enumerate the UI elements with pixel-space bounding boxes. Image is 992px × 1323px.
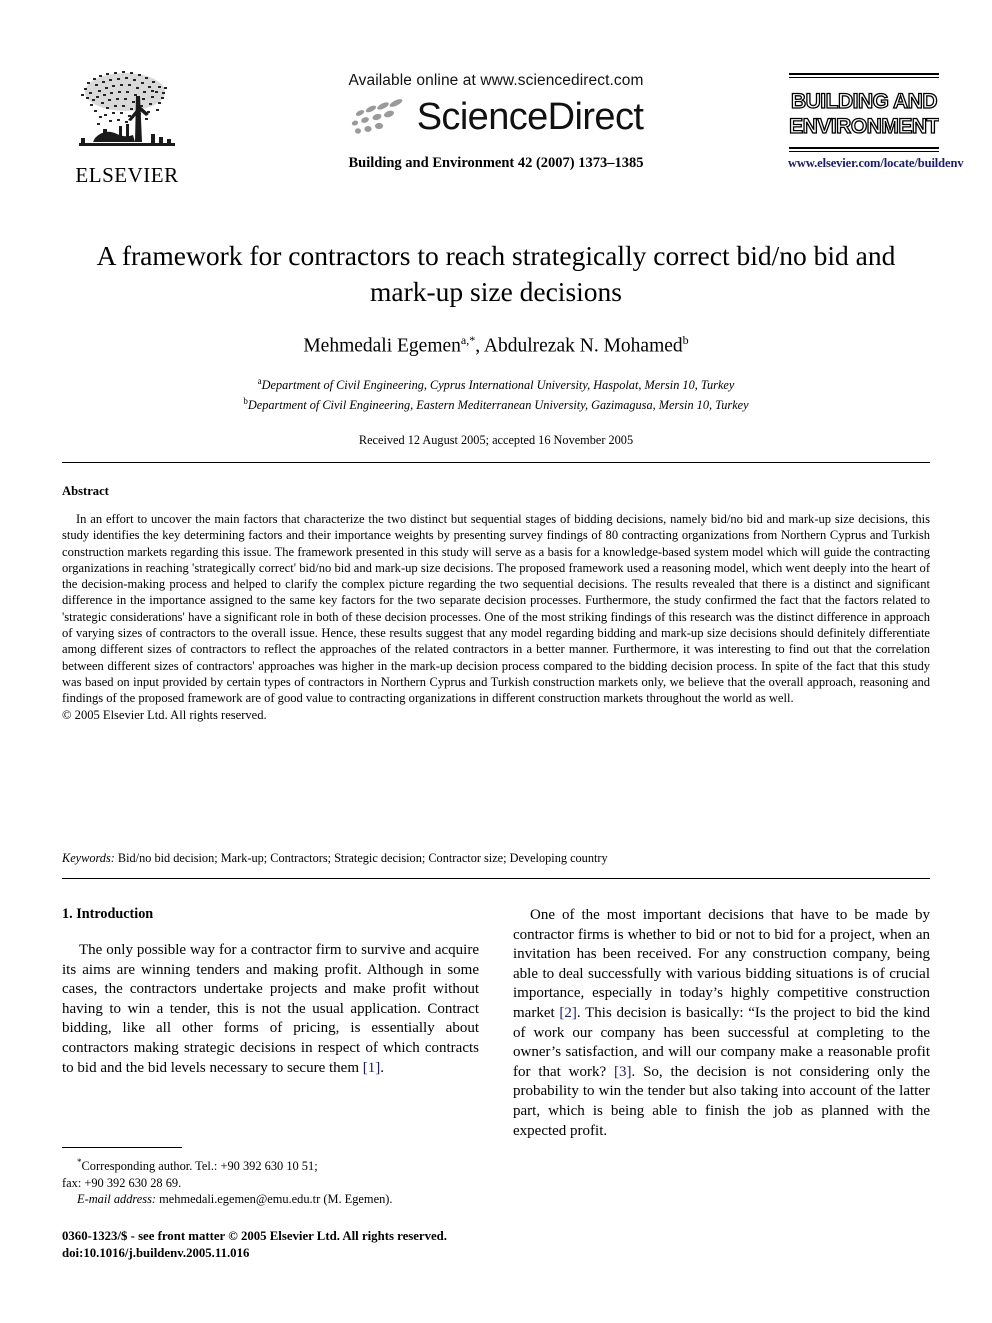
- keywords-values: Bid/no bid decision; Mark-up; Contractor…: [117, 851, 608, 865]
- page-title: A framework for contractors to reach str…: [96, 240, 896, 307]
- intro-paragraph-left: The only possible way for a contractor f…: [62, 941, 479, 1078]
- affiliations: aDepartment of Civil Engineering, Cyprus…: [62, 373, 930, 413]
- journal-logo-line1: BUILDING AND: [791, 90, 937, 113]
- affiliation-b: bDepartment of Civil Engineering, Easter…: [243, 395, 749, 412]
- journal-masthead: ELSEVIER Available online at www.science…: [0, 0, 992, 208]
- elsevier-logo: ELSEVIER: [62, 66, 192, 186]
- affiliation-a-text: Department of Civil Engineering, Cyprus …: [261, 377, 735, 392]
- email-label: E-mail address:: [77, 1191, 157, 1206]
- journal-rule-top: [789, 73, 939, 78]
- intro-left-part1: The only possible way for a contractor f…: [62, 942, 479, 1076]
- journal-title-logo-icon: BUILDING AND ENVIRONMENT: [789, 89, 939, 138]
- title-block: A framework for contractors to reach str…: [62, 238, 930, 448]
- journal-logo-line2: ENVIRONMENT: [789, 115, 939, 138]
- abstract-text: In an effort to uncover the main factors…: [62, 512, 930, 706]
- abstract-rule-top: [62, 462, 930, 463]
- sciencedirect-logo-row: ScienceDirect: [296, 97, 696, 137]
- journal-citation: Building and Environment 42 (2007) 1373–…: [348, 155, 644, 171]
- fax-note: fax: +90 392 630 28 69.: [62, 1175, 182, 1190]
- email-note: E-mail address: mehmedali.egemen@emu.edu…: [62, 1191, 479, 1207]
- footnote-block: *Corresponding author. Tel.: +90 392 630…: [62, 1147, 479, 1207]
- sciencedirect-wordmark: ScienceDirect: [416, 96, 644, 138]
- corresponding-author-note: *Corresponding author. Tel.: +90 392 630…: [62, 1154, 479, 1175]
- author-list: Mehmedali Egemena,*, Abdulrezak N. Moham…: [303, 333, 689, 357]
- intro-right-part1: One of the most important decisions that…: [513, 907, 930, 1021]
- section-heading-introduction: 1. Introduction: [62, 906, 154, 922]
- front-matter-line: 0360-1323/$ - see front matter © 2005 El…: [62, 1229, 447, 1243]
- citation-ref-2[interactable]: [2]: [559, 1005, 577, 1021]
- corresponding-author-text: Corresponding author. Tel.: +90 392 630 …: [81, 1159, 318, 1174]
- affiliation-a: aDepartment of Civil Engineering, Cyprus…: [257, 375, 735, 392]
- elsevier-wordmark: ELSEVIER: [75, 163, 179, 187]
- email-address[interactable]: mehmedali.egemen@emu.edu.tr (M. Egemen).: [159, 1192, 392, 1206]
- keywords-label: Keywords:: [62, 851, 115, 865]
- keywords-line: Keywords: Bid/no bid decision; Mark-up; …: [62, 850, 930, 866]
- journal-homepage-link[interactable]: www.elsevier.com/locate/buildenv: [788, 156, 964, 171]
- sciencedirect-swoosh-icon: [351, 99, 403, 134]
- body-column-left: 1. Introduction The only possible way fo…: [62, 906, 479, 1078]
- paper-page: ELSEVIER Available online at www.science…: [0, 0, 992, 1323]
- journal-rule-bottom: [789, 147, 939, 152]
- sciencedirect-logo-block: Available online at www.sciencedirect.co…: [296, 72, 696, 172]
- citation-ref-3[interactable]: [3]: [614, 1064, 632, 1080]
- intro-left-part2: .: [380, 1059, 384, 1076]
- doi-line[interactable]: doi:10.1016/j.buildenv.2005.11.016: [62, 1245, 492, 1262]
- citation-ref-1[interactable]: [1]: [363, 1060, 381, 1076]
- elsevier-tree-icon: [79, 71, 175, 146]
- available-online-text: Available online at www.sciencedirect.co…: [348, 72, 644, 89]
- abstract-heading: Abstract: [62, 484, 109, 498]
- journal-logo-block: BUILDING AND ENVIRONMENT www.elsevier.co…: [788, 73, 964, 171]
- abstract-rule-bottom: [62, 878, 930, 879]
- footnote-divider: [62, 1147, 182, 1148]
- abstract-section: Abstract In an effort to uncover the mai…: [62, 484, 930, 723]
- intro-paragraph-right: One of the most important decisions that…: [513, 906, 930, 1141]
- submission-history: Received 12 August 2005; accepted 16 Nov…: [358, 432, 634, 447]
- abstract-copyright: © 2005 Elsevier Ltd. All rights reserved…: [62, 707, 267, 722]
- body-column-right: One of the most important decisions that…: [513, 906, 930, 1141]
- imprint-block: 0360-1323/$ - see front matter © 2005 El…: [62, 1228, 492, 1262]
- affiliation-b-text: Department of Civil Engineering, Eastern…: [247, 397, 749, 412]
